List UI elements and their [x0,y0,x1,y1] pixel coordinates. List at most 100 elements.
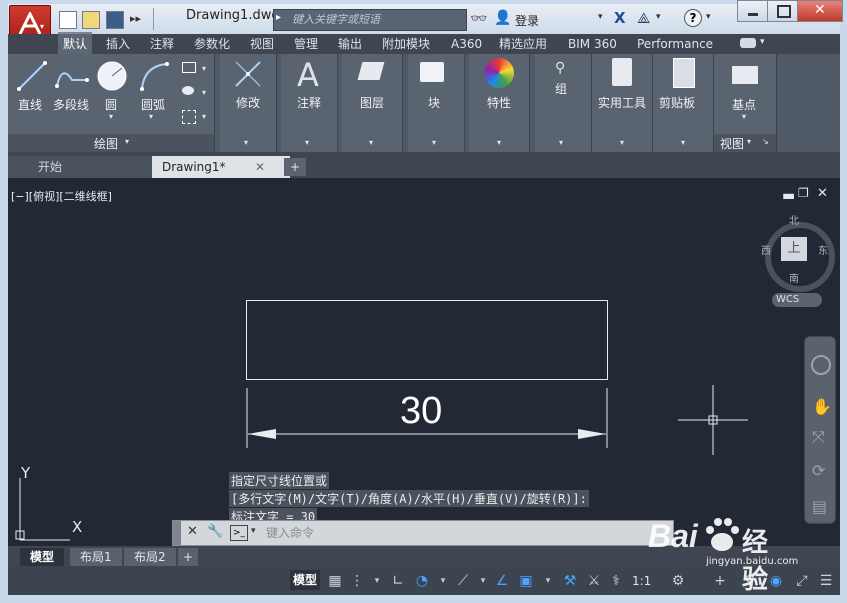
binoculars-icon[interactable]: 👓 [470,11,487,27]
hatch-icon[interactable] [182,86,194,95]
viewcube-east[interactable]: 东 [818,242,828,257]
chevron-down-icon[interactable]: ▾ [742,112,746,121]
arc-tool-label[interactable]: 圆弧 [141,96,165,113]
close-command-icon[interactable]: ✕ [187,524,198,539]
polyline-tool-label[interactable]: 多段线 [53,96,89,113]
wcs-menu[interactable]: WCS [772,293,822,307]
close-button[interactable]: ✕ [797,0,843,22]
exchange-x-icon[interactable]: X [614,9,626,27]
tab-annotate[interactable]: 注释 [145,34,179,54]
wrench-icon[interactable]: 🔧 [207,524,223,539]
tab-a360[interactable]: A360 [446,34,487,54]
user-icon[interactable]: 👤 [494,10,511,26]
autodesk-apps-icon[interactable]: ⟁ [637,9,650,27]
tab-insert[interactable]: 插入 [101,34,135,54]
viewcube-top-face[interactable]: 上 [781,237,807,261]
login-label[interactable]: 登录 [515,12,539,29]
tab-performance[interactable]: Performance [632,34,718,54]
modify-panel[interactable]: 修改 ▾ [220,54,277,152]
rectangle-icon[interactable] [182,62,196,73]
properties-panel[interactable]: 特性 ▾ [469,54,530,152]
maximize-button[interactable] [767,0,799,22]
chevron-down-icon[interactable]: ▾ [706,12,711,22]
command-bar-grip[interactable] [173,521,181,545]
chevron-down-icon[interactable]: ▾ [109,112,113,121]
layout2-tab[interactable]: 布局2 [124,548,176,566]
chevron-down-icon[interactable]: ▾ [149,112,153,121]
zoom-extents-icon[interactable]: ⤧ [812,427,825,447]
new-file-icon[interactable] [59,11,77,29]
viewcube-south[interactable]: 南 [789,270,799,285]
drawing-tab[interactable]: Drawing1* ✕ [152,156,290,178]
minimize-button[interactable] [737,0,769,22]
line-icon[interactable] [16,60,48,92]
new-layout-button[interactable]: + [178,548,199,566]
annotate-panel[interactable]: A 注释 ▾ [281,54,338,152]
open-file-icon[interactable] [82,11,100,29]
tab-view[interactable]: 视图 [245,34,279,54]
base-point-label[interactable]: 基点 [732,96,756,113]
tab-manage[interactable]: 管理 [289,34,323,54]
viewcube-north[interactable]: 北 [789,212,799,227]
annotation-scale-value[interactable]: 1:1 [632,574,651,588]
boundary-icon[interactable] [182,110,196,124]
showmotion-icon[interactable]: ▤ [812,497,827,516]
group-panel[interactable]: ⚲ 组 ▾ [535,54,592,152]
chevron-down-icon[interactable]: ▾ [367,571,387,591]
auto-scale-icon[interactable]: ⚔ [584,571,604,591]
save-icon[interactable] [106,11,124,29]
arc-icon[interactable] [138,60,170,92]
chevron-down-icon[interactable]: ▾ [473,571,493,591]
tab-featured-apps[interactable]: 精选应用 [494,34,552,54]
chevron-down-icon[interactable]: ▾ [251,526,256,536]
model-space-button[interactable]: 模型 [290,570,320,590]
tab-parametric[interactable]: 参数化 [189,34,235,54]
draw-panel-footer[interactable]: 绘图 ▾ [8,134,214,152]
orbit-icon[interactable]: ⟳ [812,461,825,480]
polar-tracking-icon[interactable]: ◔ [412,571,432,591]
object-snap-icon[interactable]: ▣ [516,571,536,591]
tab-output[interactable]: 输出 [333,34,367,54]
base-view-icon[interactable] [732,66,758,84]
tab-addins[interactable]: 附加模块 [377,34,435,54]
workspace-gear-icon[interactable]: ⚙ [668,571,688,591]
object-snap-tracking-icon[interactable]: ∠ [492,571,512,591]
more-icon[interactable]: ▸▸ [130,12,141,25]
annotation-visibility-icon[interactable]: ⚒ [560,571,580,591]
snap-icon[interactable]: ⋮ [347,571,367,591]
chevron-down-icon[interactable]: ▾ [538,571,558,591]
clean-screen-icon[interactable]: ⤢ [792,571,812,591]
tab-bim360[interactable]: BIM 360 [563,34,622,54]
grid-icon[interactable]: ▦ [325,571,345,591]
chevron-down-icon[interactable]: ▾ [760,37,765,47]
line-tool-label[interactable]: 直线 [18,96,42,113]
isodraft-icon[interactable]: ⟋ [453,571,473,591]
utilities-panel[interactable]: 实用工具 ▾ [592,54,653,152]
add-scale-icon[interactable]: + [710,571,730,591]
chevron-down-icon[interactable]: ▾ [656,12,661,22]
chevron-down-icon[interactable]: ▾ [202,64,206,73]
ribbon-toggle-icon[interactable] [740,38,756,48]
view-panel-footer[interactable]: 视图 ▾ ↘ [714,134,776,152]
help-icon[interactable]: ? [684,9,702,27]
viewcube-west[interactable]: 西 [761,242,771,257]
model-tab[interactable]: 模型 [20,548,65,566]
block-panel[interactable]: 块 ▾ [408,54,465,152]
layout1-tab[interactable]: 布局1 [70,548,122,566]
chevron-down-icon[interactable]: ▾ [202,88,206,97]
pan-hand-icon[interactable]: ✋ [812,397,832,416]
tab-default[interactable]: 默认 [58,32,93,54]
polyline-icon[interactable] [54,60,90,92]
command-input[interactable] [264,524,668,542]
close-tab-icon[interactable]: ✕ [255,156,265,178]
chevron-down-icon[interactable]: ▾ [598,12,603,22]
steering-wheel-icon[interactable] [811,355,831,375]
circle-tool-label[interactable]: 圆 [105,96,117,113]
search-input[interactable] [290,11,464,29]
customization-menu-icon[interactable]: ☰ [816,571,836,591]
chevron-down-icon[interactable]: ▾ [433,571,453,591]
hardware-acceleration-icon[interactable]: ◉ [766,571,786,591]
ortho-icon[interactable]: ∟ [388,571,408,591]
layers-panel[interactable]: 图层 ▾ [342,54,403,152]
clipboard-panel[interactable]: 剪贴板 ▾ [653,54,714,152]
